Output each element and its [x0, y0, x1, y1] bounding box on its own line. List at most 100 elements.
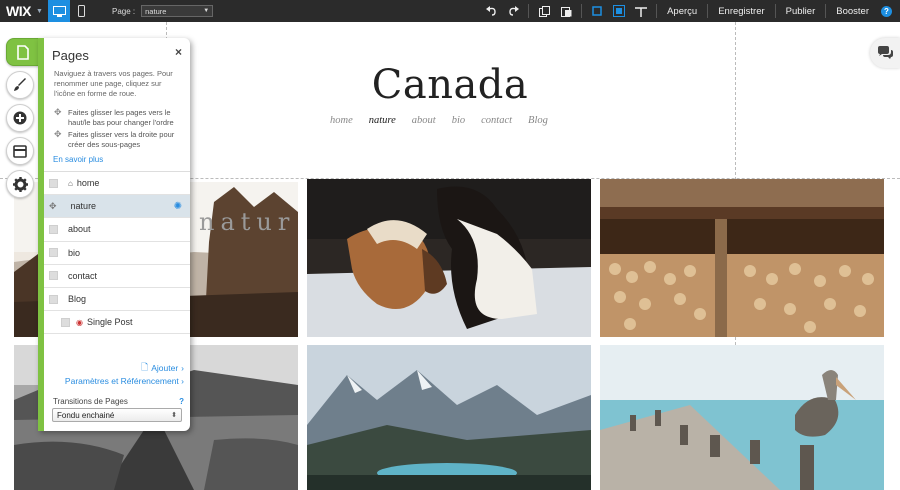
- divider: [707, 4, 709, 18]
- drag-handle[interactable]: [49, 224, 58, 234]
- undo-button[interactable]: [480, 0, 502, 22]
- hint-reorder-text: Faites glisser les pages vers le haut/le…: [68, 108, 174, 127]
- booster-button[interactable]: Booster: [830, 6, 875, 17]
- nav-home[interactable]: home: [330, 115, 353, 126]
- divider: [581, 4, 583, 18]
- drag-handle[interactable]: [49, 178, 58, 188]
- snap-button[interactable]: [586, 0, 608, 22]
- page-label: Page :: [112, 6, 136, 16]
- chevron-right-icon: ›: [181, 363, 184, 373]
- page-select-value: nature: [145, 6, 167, 16]
- wix-logo[interactable]: WIX ▼: [0, 0, 48, 22]
- page-item-bio[interactable]: bio: [44, 241, 190, 265]
- home-icon: ⌂: [68, 178, 73, 188]
- divider: [528, 4, 530, 18]
- page-icon: [17, 44, 29, 60]
- add-tool-button[interactable]: [6, 104, 34, 132]
- redo-icon: [508, 6, 519, 16]
- site-nav: home nature about bio contact Blog: [330, 115, 564, 126]
- drag-move-icon[interactable]: ✥: [49, 201, 57, 212]
- settings-tool-button[interactable]: [6, 170, 34, 198]
- chat-toggle[interactable]: [870, 38, 900, 68]
- app-market-tool-button[interactable]: [6, 137, 34, 165]
- page-item-single-post[interactable]: ◉ Single Post: [44, 311, 190, 335]
- close-button[interactable]: ×: [175, 45, 182, 59]
- nav-nature[interactable]: nature: [369, 115, 396, 126]
- gear-icon: [12, 176, 28, 192]
- grid-icon: [613, 5, 626, 17]
- page-item-label: Single Post: [86, 317, 133, 328]
- desktop-view-button[interactable]: [48, 0, 70, 22]
- page-select[interactable]: nature ▼: [141, 5, 214, 17]
- hidden-eye-icon: ◉: [76, 317, 83, 327]
- nav-contact[interactable]: contact: [481, 115, 512, 126]
- page-item-blog[interactable]: Blog: [44, 287, 190, 312]
- photo-pelican[interactable]: [600, 345, 884, 490]
- chevron-down-icon: ▼: [35, 7, 43, 15]
- nav-about[interactable]: about: [412, 115, 436, 126]
- woodpile-illustration: [600, 179, 884, 337]
- learn-more-link[interactable]: En savoir plus: [53, 155, 103, 164]
- mobile-view-button[interactable]: [70, 0, 92, 22]
- page-item-nature[interactable]: ✥ nature ✺: [44, 195, 190, 219]
- page-item-home[interactable]: ⌂ home: [44, 172, 190, 196]
- store-icon: [13, 144, 27, 158]
- site-title[interactable]: Canada: [300, 62, 600, 108]
- page-item-label: home: [76, 178, 100, 189]
- plus-circle-icon: [13, 111, 27, 125]
- add-page-button[interactable]: 🗋 Ajouter ›: [141, 360, 184, 376]
- publish-button[interactable]: Publier: [780, 6, 822, 17]
- paintbrush-icon: [14, 78, 26, 91]
- nav-bio[interactable]: bio: [452, 115, 465, 126]
- grid-button[interactable]: [608, 0, 630, 22]
- photo-horses[interactable]: [307, 179, 591, 337]
- paste-button[interactable]: [555, 0, 577, 22]
- divider: [656, 4, 658, 18]
- params-seo-link[interactable]: Paramètres et Référencement ›: [65, 376, 184, 386]
- undo-icon: [485, 6, 496, 16]
- page-item-about[interactable]: about: [44, 218, 190, 242]
- paste-icon: [560, 6, 572, 17]
- panel-description: Naviguez à travers vos pages. Pour renom…: [54, 69, 173, 98]
- chevron-down-icon: ▼: [203, 8, 210, 14]
- overlay-word: natur: [199, 208, 295, 236]
- chevron-right-icon: ›: [181, 376, 184, 386]
- pages-list: ⌂ home ✥ nature ✺ about bio contact Blog…: [44, 171, 190, 335]
- photo-mountains[interactable]: [307, 345, 591, 490]
- topbar-right: Aperçu Enregistrer Publier Booster ?: [480, 0, 900, 22]
- preview-button[interactable]: Aperçu: [661, 6, 703, 17]
- editor-root: Canada home nature about bio contact Blo…: [0, 0, 900, 490]
- select-arrows-icon: ⬍: [171, 412, 177, 419]
- page-item-label: nature: [70, 201, 97, 212]
- page-item-label: bio: [68, 247, 81, 258]
- add-page-label: Ajouter: [151, 363, 179, 373]
- copy-button[interactable]: [533, 0, 555, 22]
- chat-bubbles-icon: [878, 46, 893, 59]
- page-settings-gear-icon[interactable]: ✺: [174, 201, 182, 212]
- nav-blog[interactable]: Blog: [528, 115, 548, 126]
- transition-select[interactable]: Fondu enchainé ⬍: [52, 408, 182, 422]
- params-seo-label: Paramètres et Référencement: [64, 376, 179, 386]
- copy-icon: [538, 5, 550, 17]
- ruler-icon: [635, 7, 648, 17]
- pages-tool-button[interactable]: [6, 38, 40, 66]
- save-button[interactable]: Enregistrer: [712, 6, 770, 17]
- tool-strip: [6, 38, 40, 203]
- pages-panel: Pages × Naviguez à travers vos pages. Po…: [38, 38, 190, 431]
- photo-woodpile[interactable]: [600, 179, 884, 337]
- page-item-label: contact: [68, 270, 98, 281]
- design-tool-button[interactable]: [6, 71, 34, 99]
- drag-handle[interactable]: [49, 294, 58, 304]
- drag-handle[interactable]: [49, 248, 58, 258]
- drag-handle[interactable]: [61, 317, 70, 327]
- drag-handle[interactable]: [49, 271, 58, 281]
- page-item-contact[interactable]: contact: [44, 264, 190, 288]
- mobile-icon: [77, 5, 85, 17]
- transitions-help-button[interactable]: ?: [179, 397, 184, 406]
- pelican-illustration: [600, 345, 884, 490]
- rulers-button[interactable]: [630, 0, 652, 22]
- redo-button[interactable]: [502, 0, 524, 22]
- mountains-illustration: [307, 345, 591, 490]
- panel-title: Pages: [52, 48, 89, 63]
- help-button[interactable]: ?: [881, 5, 892, 17]
